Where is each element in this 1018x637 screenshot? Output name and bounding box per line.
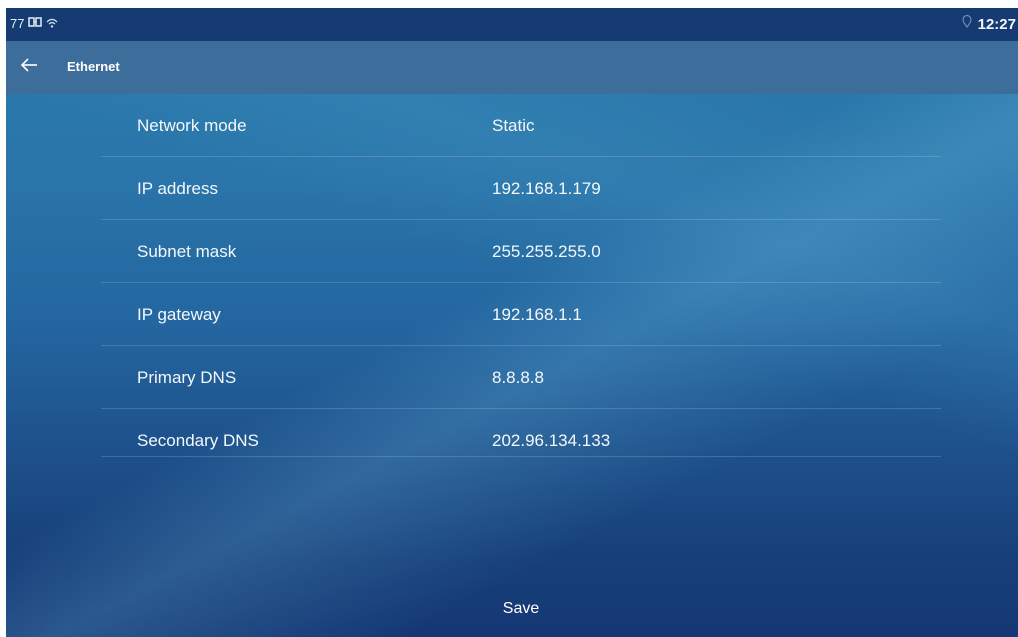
- setting-value: 192.168.1.179: [492, 179, 601, 198]
- page-title: Ethernet: [67, 59, 120, 74]
- setting-row-subnet-mask[interactable]: Subnet mask 255.255.255.0: [6, 220, 1018, 282]
- divider: [101, 456, 941, 457]
- wifi-icon: [46, 16, 58, 31]
- setting-label: Network mode: [137, 116, 247, 135]
- setting-row-ip-gateway[interactable]: IP gateway 192.168.1.1: [6, 283, 1018, 345]
- setting-row-network-mode[interactable]: Network mode Static: [6, 94, 1018, 156]
- setting-value: 192.168.1.1: [492, 305, 582, 324]
- setting-row-primary-dns[interactable]: Primary DNS 8.8.8.8: [6, 346, 1018, 408]
- clock: 12:27: [977, 15, 1016, 33]
- back-button[interactable]: [16, 54, 42, 80]
- setting-label: IP gateway: [137, 305, 221, 324]
- location-icon: [962, 14, 972, 33]
- sim-icon: [28, 16, 43, 31]
- setting-value: Static: [492, 116, 535, 135]
- phone-screen: 77 12:27 Ethernet Network mode Static IP…: [6, 8, 1018, 637]
- status-number: 77: [10, 16, 25, 31]
- title-bar: Ethernet: [6, 41, 1018, 94]
- setting-value: 255.255.255.0: [492, 242, 601, 261]
- setting-label: Subnet mask: [137, 242, 237, 261]
- status-bar-left: 77: [10, 16, 58, 31]
- setting-label: Secondary DNS: [137, 431, 259, 450]
- setting-row-ip-address[interactable]: IP address 192.168.1.179: [6, 157, 1018, 219]
- setting-row-secondary-dns[interactable]: Secondary DNS 202.96.134.133: [6, 409, 1018, 471]
- arrow-left-icon: [20, 57, 38, 77]
- setting-value: 8.8.8.8: [492, 368, 544, 387]
- setting-label: Primary DNS: [137, 368, 237, 387]
- setting-label: IP address: [137, 179, 218, 198]
- status-bar-right: 12:27: [962, 14, 1016, 33]
- status-bar: 77 12:27: [6, 8, 1018, 41]
- setting-value: 202.96.134.133: [492, 431, 611, 450]
- save-button[interactable]: Save: [446, 591, 596, 627]
